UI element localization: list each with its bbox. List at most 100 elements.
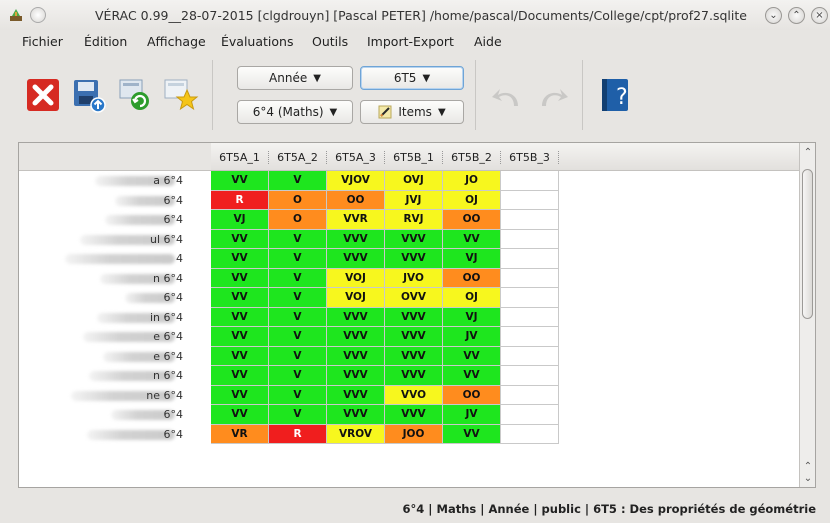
row-header[interactable]: e 6°4 bbox=[19, 347, 211, 367]
grade-cell[interactable]: VVR bbox=[327, 210, 385, 230]
menu-edition[interactable]: Édition bbox=[84, 34, 127, 49]
menu-affichage[interactable]: Affichage bbox=[147, 34, 206, 49]
grade-cell[interactable] bbox=[501, 424, 559, 444]
row-header[interactable]: a 6°4 bbox=[19, 171, 211, 191]
grade-cell[interactable]: JOO bbox=[385, 424, 443, 444]
refresh-icon[interactable] bbox=[116, 76, 154, 114]
row-header[interactable]: e 6°4 bbox=[19, 327, 211, 347]
grade-cell[interactable]: JO bbox=[443, 171, 501, 191]
grade-cell[interactable]: VV bbox=[211, 385, 269, 405]
grade-cell[interactable]: V bbox=[269, 385, 327, 405]
items-combo[interactable]: Items ▼ bbox=[360, 100, 464, 124]
grade-cell[interactable]: OO bbox=[443, 210, 501, 230]
save-upload-icon[interactable] bbox=[70, 76, 108, 114]
grade-cell[interactable]: VVV bbox=[327, 249, 385, 269]
redo-icon[interactable] bbox=[534, 78, 572, 116]
grade-cell[interactable]: V bbox=[269, 288, 327, 308]
grade-cell[interactable]: O bbox=[269, 210, 327, 230]
period-combo[interactable]: Année ▼ bbox=[237, 66, 353, 90]
grade-cell[interactable]: JVO bbox=[385, 268, 443, 288]
grade-cell[interactable]: VVV bbox=[385, 249, 443, 269]
grade-cell[interactable]: VJOV bbox=[327, 171, 385, 191]
row-header[interactable]: in 6°4 bbox=[19, 308, 211, 328]
vertical-scrollbar[interactable]: ⌃ ⌃ ⌄ bbox=[799, 143, 815, 487]
grade-cell[interactable]: JV bbox=[443, 327, 501, 347]
grade-cell[interactable] bbox=[501, 346, 559, 366]
menu-outils[interactable]: Outils bbox=[312, 34, 348, 49]
help-book-icon[interactable]: ? bbox=[596, 76, 634, 114]
grade-cell[interactable]: V bbox=[269, 249, 327, 269]
minimize-button[interactable]: ⌄ bbox=[765, 7, 782, 24]
column-header[interactable]: 6T5B_2 bbox=[443, 151, 501, 164]
row-header[interactable]: 6°4 bbox=[19, 405, 211, 425]
row-header[interactable]: 6°4 bbox=[19, 288, 211, 308]
grade-cell[interactable]: VOJ bbox=[327, 288, 385, 308]
grade-cell[interactable]: VVV bbox=[327, 229, 385, 249]
grade-cell[interactable]: R bbox=[269, 424, 327, 444]
grade-cell[interactable] bbox=[501, 385, 559, 405]
grade-cell[interactable]: OJ bbox=[443, 288, 501, 308]
grade-cell[interactable]: VR bbox=[211, 424, 269, 444]
grade-cell[interactable] bbox=[501, 288, 559, 308]
sequence-combo[interactable]: 6T5 ▼ bbox=[360, 66, 464, 90]
grade-cell[interactable]: VVV bbox=[385, 405, 443, 425]
grade-cell[interactable]: O bbox=[269, 190, 327, 210]
scroll-up-arrow-icon[interactable]: ⌃ bbox=[802, 461, 814, 472]
grade-cell[interactable]: VVV bbox=[327, 307, 385, 327]
grade-cell[interactable]: RVJ bbox=[385, 210, 443, 230]
grade-cell[interactable]: OO bbox=[443, 268, 501, 288]
grade-cell[interactable]: VV bbox=[211, 405, 269, 425]
grade-cell[interactable] bbox=[501, 268, 559, 288]
grade-cell[interactable]: OO bbox=[443, 385, 501, 405]
grade-cell[interactable]: VV bbox=[211, 288, 269, 308]
grade-cell[interactable]: VVV bbox=[385, 327, 443, 347]
grade-cell[interactable]: VJ bbox=[443, 249, 501, 269]
grade-cell[interactable]: VJ bbox=[443, 307, 501, 327]
quit-icon[interactable] bbox=[24, 76, 62, 114]
menu-aide[interactable]: Aide bbox=[474, 34, 502, 49]
undo-icon[interactable] bbox=[488, 78, 526, 116]
column-header[interactable]: 6T5A_1 bbox=[211, 151, 269, 164]
column-header[interactable]: 6T5A_3 bbox=[327, 151, 385, 164]
grade-cell[interactable]: VV bbox=[443, 346, 501, 366]
grade-cell[interactable]: OJ bbox=[443, 190, 501, 210]
grade-cell[interactable]: JV bbox=[443, 405, 501, 425]
grade-cell[interactable]: OVJ bbox=[385, 171, 443, 191]
grade-cell[interactable]: VVV bbox=[385, 366, 443, 386]
scroll-up-arrow-icon[interactable]: ⌃ bbox=[802, 147, 814, 158]
scroll-down-arrow-icon[interactable]: ⌄ bbox=[802, 473, 814, 484]
column-header[interactable]: 6T5A_2 bbox=[269, 151, 327, 164]
grade-cell[interactable]: VVV bbox=[385, 307, 443, 327]
grade-cell[interactable]: VVV bbox=[385, 346, 443, 366]
grade-cell[interactable] bbox=[501, 249, 559, 269]
grade-cell[interactable] bbox=[501, 229, 559, 249]
grade-cell[interactable]: V bbox=[269, 171, 327, 191]
grade-cell[interactable]: V bbox=[269, 229, 327, 249]
grade-cell[interactable]: VV bbox=[443, 424, 501, 444]
grade-cell[interactable] bbox=[501, 171, 559, 191]
grade-cell[interactable]: VOJ bbox=[327, 268, 385, 288]
grade-cell[interactable]: VJ bbox=[211, 210, 269, 230]
grade-cell[interactable]: VV bbox=[211, 327, 269, 347]
grade-cell[interactable]: VROV bbox=[327, 424, 385, 444]
grade-cell[interactable]: OVV bbox=[385, 288, 443, 308]
column-header[interactable]: 6T5B_3 bbox=[501, 151, 559, 164]
grade-cell[interactable] bbox=[501, 210, 559, 230]
group-combo[interactable]: 6°4 (Maths) ▼ bbox=[237, 100, 353, 124]
grade-cell[interactable]: VV bbox=[211, 268, 269, 288]
row-header[interactable]: n 6°4 bbox=[19, 269, 211, 289]
grade-cell[interactable]: VVV bbox=[327, 366, 385, 386]
grade-cell[interactable]: VVV bbox=[385, 229, 443, 249]
menu-fichier[interactable]: Fichier bbox=[22, 34, 63, 49]
grade-cell[interactable]: VVO bbox=[385, 385, 443, 405]
grade-cell[interactable] bbox=[501, 307, 559, 327]
menu-import-export[interactable]: Import-Export bbox=[367, 34, 454, 49]
close-window-button[interactable]: × bbox=[811, 7, 828, 24]
grade-cell[interactable]: VV bbox=[211, 249, 269, 269]
grade-cell[interactable]: OO bbox=[327, 190, 385, 210]
row-header[interactable]: 6°4 bbox=[19, 210, 211, 230]
grade-cell[interactable] bbox=[501, 190, 559, 210]
row-header[interactable]: ul 6°4 bbox=[19, 230, 211, 250]
window-menu-button[interactable] bbox=[30, 7, 46, 23]
row-header[interactable]: 6°4 bbox=[19, 191, 211, 211]
